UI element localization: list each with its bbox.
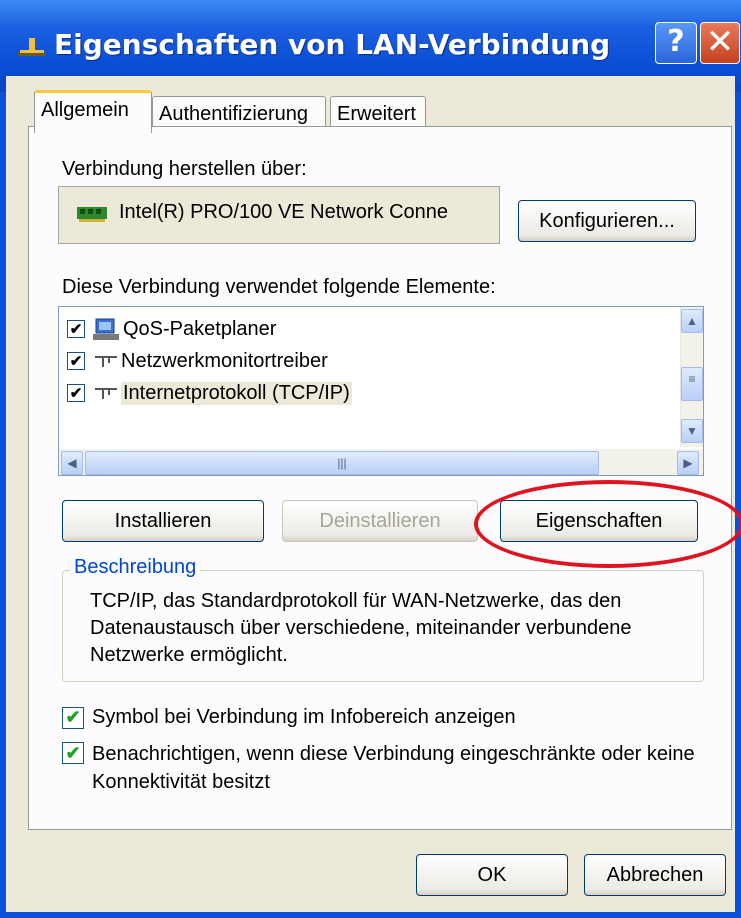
highlight-circle <box>474 480 741 568</box>
adapter-field: Intel(R) PRO/100 VE Network Conne <box>58 186 500 244</box>
scroll-down-icon[interactable]: ▼ <box>681 419 703 443</box>
list-item[interactable]: ✔ QoS-Paketplaner <box>67 313 276 345</box>
scroll-right-icon[interactable]: ▶ <box>677 451 699 475</box>
checkbox-notify[interactable]: ✔ <box>62 742 84 764</box>
description-text: TCP/IP, das Standardprotokoll für WAN-Ne… <box>90 590 632 666</box>
scroll-up-icon[interactable]: ▲ <box>681 309 703 333</box>
connect-via-label: Verbindung herstellen über: <box>62 158 307 180</box>
scroll-thumb-horizontal[interactable]: ||| <box>85 451 599 475</box>
description-title: Beschreibung <box>70 556 201 579</box>
notify-option[interactable]: ✔ Benachrichtigen, wenn diese Verbindung… <box>62 740 702 796</box>
checkbox-netzwerkmonitor[interactable]: ✔ <box>67 352 85 370</box>
show-icon-option[interactable]: ✔ Symbol bei Verbindung im Infobereich a… <box>62 706 516 729</box>
list-item[interactable]: ✔ Internetprotokoll (TCP/IP) <box>67 377 352 409</box>
show-icon-label: Symbol bei Verbindung im Infobereich anz… <box>92 706 516 728</box>
ok-button[interactable]: OK <box>416 854 568 896</box>
notify-label: Benachrichtigen, wenn diese Verbindung e… <box>92 743 695 793</box>
list-item[interactable]: ✔ Netzwerkmonitortreiber <box>67 345 328 377</box>
list-item-label: Internetprotokoll (TCP/IP) <box>121 381 352 405</box>
scroll-left-icon[interactable]: ◀ <box>61 451 83 475</box>
adapter-name: Intel(R) PRO/100 VE Network Conne <box>119 201 449 223</box>
checkbox-show-icon[interactable]: ✔ <box>62 706 84 729</box>
dialog-window: Eigenschaften von LAN-Verbindung ? ✕ All… <box>0 0 741 918</box>
cancel-button[interactable]: Abbrechen <box>584 854 726 896</box>
components-label: Diese Verbindung verwendet folgende Elem… <box>62 276 496 298</box>
install-button[interactable]: Installieren <box>62 500 264 542</box>
network-computer-icon <box>93 318 119 340</box>
network-protocol-icon <box>95 356 117 367</box>
tab-allgemein[interactable]: Allgemein <box>34 90 152 133</box>
network-protocol-icon <box>95 388 117 399</box>
network-connection-icon <box>18 38 46 56</box>
list-item-label: Netzwerkmonitortreiber <box>121 349 328 372</box>
close-button[interactable]: ✕ <box>700 22 740 64</box>
list-item-label: QoS-Paketplaner <box>123 317 277 340</box>
horizontal-scrollbar[interactable]: ◀ ||| ▶ <box>59 449 703 475</box>
vertical-scrollbar[interactable]: ▲ ≡ ▼ <box>680 307 703 447</box>
scroll-thumb[interactable]: ≡ <box>681 367 703 401</box>
checkbox-tcpip[interactable]: ✔ <box>67 384 85 402</box>
help-button[interactable]: ? <box>655 22 697 64</box>
components-list[interactable]: ✔ QoS-Paketplaner ✔ Netzwerkmonitortreib… <box>58 306 704 476</box>
configure-button[interactable]: Konfigurieren... <box>518 200 696 242</box>
checkbox-qos[interactable]: ✔ <box>67 320 85 338</box>
network-card-icon <box>77 207 107 222</box>
window-title: Eigenschaften von LAN-Verbindung <box>54 28 611 61</box>
uninstall-button[interactable]: Deinstallieren <box>282 500 478 542</box>
